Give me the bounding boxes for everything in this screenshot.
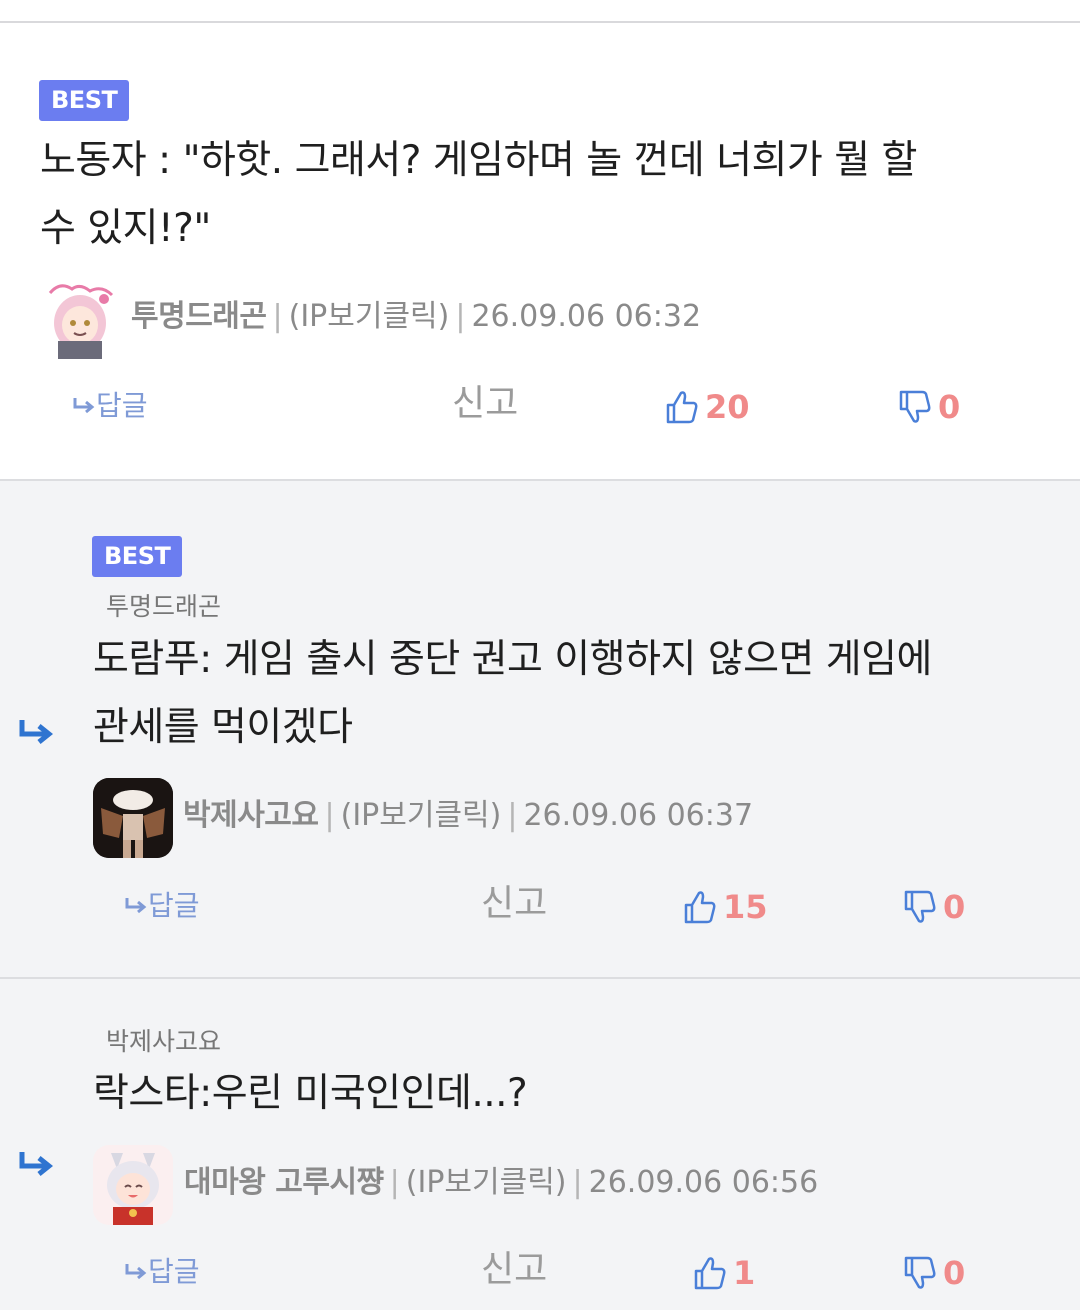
reply-comment-item: 박제사고요 락스타:우린 미국인인데...? 대마왕 고루시쨩 | (IP보기클릭)… <box>0 977 1080 1310</box>
nickname[interactable]: 대마왕 고루시쨩 <box>184 1165 384 1200</box>
reply-comment-item: BEST 투명드래곤 도람푸: 게임 출시 중단 권고 이행하지 않으면 게임에… <box>0 479 1080 978</box>
reply-arrow-icon <box>19 1152 54 1176</box>
parent-nickname: 투명드래곤 <box>106 592 222 621</box>
comment-text-line: 관세를 먹이겠다 <box>93 705 353 750</box>
thumbs-down-icon <box>899 390 931 423</box>
like-count: 1 <box>733 1254 756 1292</box>
separator: | <box>272 299 283 334</box>
comment-text-line: 락스타:우린 미국인인데...? <box>93 1071 528 1116</box>
reply-small-icon <box>125 898 147 914</box>
dislike-count: 0 <box>943 888 966 926</box>
reply-arrow-icon <box>19 720 54 744</box>
like-count: 20 <box>705 388 750 426</box>
separator: | <box>455 299 466 334</box>
dislike-count: 0 <box>938 388 961 426</box>
reply-label: 답글 <box>96 389 148 422</box>
anime-girl-avatar-icon[interactable] <box>40 279 120 359</box>
thumbs-down-icon <box>904 1256 936 1289</box>
reply-label: 답글 <box>148 889 200 922</box>
report-button[interactable]: 신고 <box>481 1248 547 1292</box>
reply-small-icon <box>125 1264 147 1280</box>
timestamp: 26.09.06 06:32 <box>471 299 702 334</box>
dislike-button[interactable]: 0 <box>903 885 965 929</box>
ip-link[interactable]: (IP보기클릭) <box>289 299 450 334</box>
thumbs-up-icon <box>694 1257 726 1290</box>
dislike-button[interactable]: 0 <box>898 385 960 429</box>
like-button[interactable]: 15 <box>683 885 768 929</box>
comment-text: 락스타:우린 미국인인데...? <box>93 1060 528 1128</box>
separator: | <box>389 1165 400 1200</box>
report-button[interactable]: 신고 <box>452 382 518 426</box>
nickname[interactable]: 박제사고요 <box>183 798 319 833</box>
dislike-button[interactable]: 0 <box>903 1251 965 1295</box>
best-badge: BEST <box>92 536 183 577</box>
comment-text: 도람푸: 게임 출시 중단 권고 이행하지 않으면 게임에 관세를 먹이겠다 <box>93 626 932 762</box>
ip-link[interactable]: (IP보기클릭) <box>341 798 502 833</box>
reply-small-icon <box>73 398 95 414</box>
like-button[interactable]: 1 <box>693 1251 755 1295</box>
comment-text-line: 수 있지!?" <box>40 206 211 251</box>
separator: | <box>507 798 518 833</box>
reply-button[interactable]: 답글 <box>124 886 200 926</box>
dislike-count: 0 <box>943 1254 966 1292</box>
horse-girl-avatar-icon[interactable] <box>93 1145 173 1225</box>
timestamp: 26.09.06 06:56 <box>588 1165 819 1200</box>
ip-link[interactable]: (IP보기클릭) <box>406 1165 567 1200</box>
report-button[interactable]: 신고 <box>481 882 547 926</box>
timestamp: 26.09.06 06:37 <box>523 798 754 833</box>
comment-text-line: 도람푸: 게임 출시 중단 권고 이행하지 않으면 게임에 <box>93 637 932 682</box>
nickname[interactable]: 투명드래곤 <box>131 299 267 334</box>
comment-item: BEST 노동자 : "하핫. 그래서? 게임하며 놀 껀데 너희가 뭘 할 수… <box>0 23 1080 478</box>
reply-button[interactable]: 답글 <box>124 1252 200 1292</box>
comment-meta: 투명드래곤 | (IP보기클릭) | 26.09.06 06:32 <box>131 297 701 337</box>
parent-nickname: 박제사고요 <box>106 1027 222 1056</box>
like-button[interactable]: 20 <box>665 385 750 429</box>
comment-meta: 대마왕 고루시쨩 | (IP보기클릭) | 26.09.06 06:56 <box>184 1163 818 1203</box>
character-avatar-icon[interactable] <box>93 778 173 858</box>
separator: | <box>572 1165 583 1200</box>
thumbs-down-icon <box>904 890 936 923</box>
reply-button[interactable]: 답글 <box>72 386 148 426</box>
comment-text-line: 노동자 : "하핫. 그래서? 게임하며 놀 껀데 너희가 뭘 할 <box>40 138 917 183</box>
like-count: 15 <box>723 888 768 926</box>
best-badge: BEST <box>39 80 130 121</box>
comment-meta: 박제사고요 | (IP보기클릭) | 26.09.06 06:37 <box>183 796 753 836</box>
reply-label: 답글 <box>148 1255 200 1288</box>
comment-text: 노동자 : "하핫. 그래서? 게임하며 놀 껀데 너희가 뭘 할 수 있지!?… <box>40 127 917 263</box>
thumbs-up-icon <box>666 391 698 424</box>
thumbs-up-icon <box>684 891 716 924</box>
separator: | <box>324 798 335 833</box>
